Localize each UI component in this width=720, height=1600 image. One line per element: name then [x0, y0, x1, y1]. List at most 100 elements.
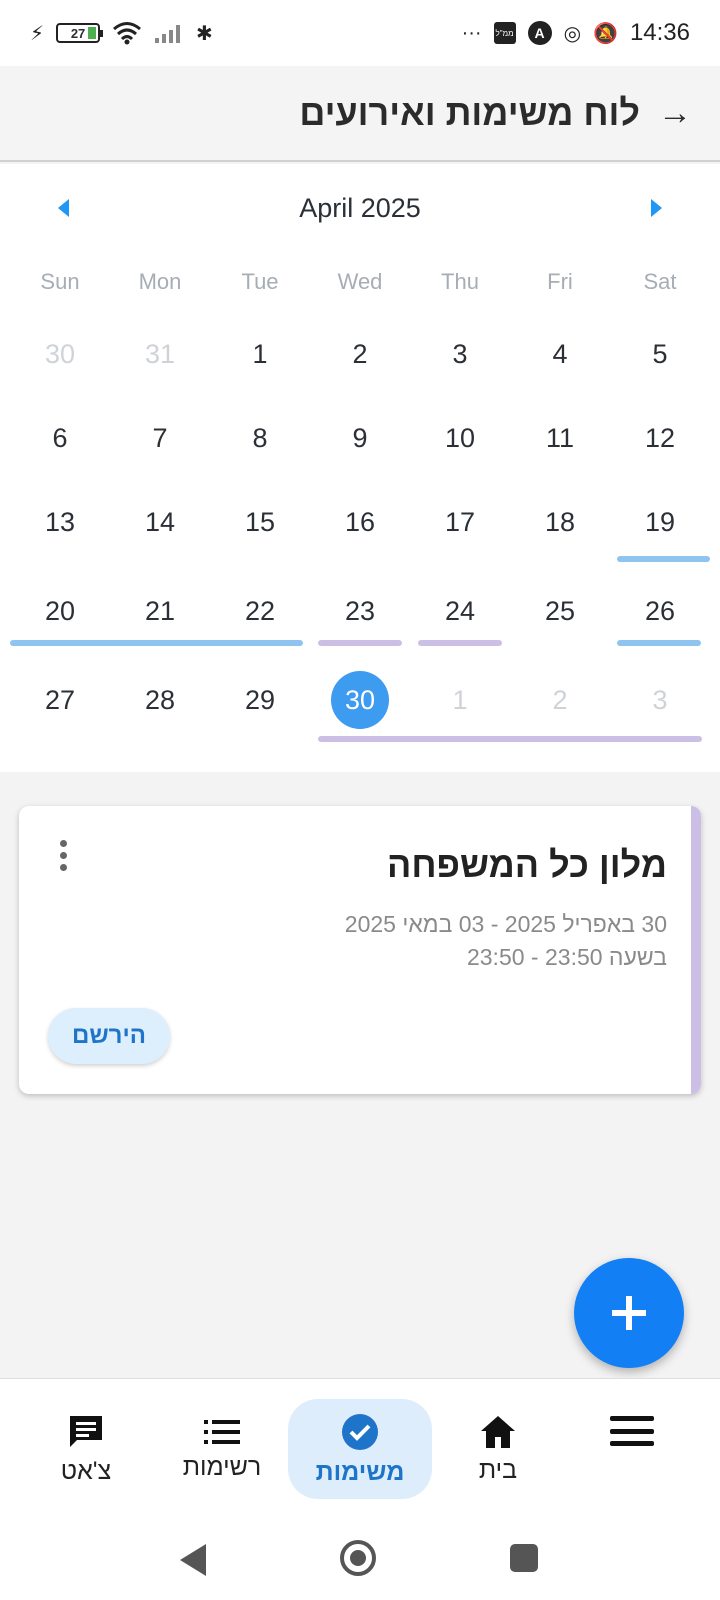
calendar-day[interactable]: 3	[610, 685, 710, 716]
event-color-accent	[691, 806, 701, 1094]
weekday-label: Sun	[40, 269, 80, 294]
nav-item-home[interactable]: בית	[426, 1399, 570, 1499]
previous-month-icon[interactable]	[58, 199, 69, 217]
calendar-day[interactable]: 25	[510, 596, 610, 627]
calendar-day[interactable]: 1	[210, 339, 310, 370]
event-indicator	[318, 736, 702, 742]
app-circle-icon: A	[527, 21, 552, 45]
status-bar: ⚡ 27 ✱ ··· ממ"ל A ◎ 🔕 14:36	[0, 0, 720, 66]
add-fab-button[interactable]	[574, 1258, 684, 1368]
event-indicator	[10, 640, 303, 646]
silent-icon: 🔕	[593, 22, 618, 45]
event-indicator	[418, 640, 502, 646]
app-bar: לוח משימות ואירועים →	[0, 66, 720, 162]
calendar-day[interactable]: 31	[110, 339, 210, 370]
home-icon	[481, 1415, 515, 1448]
calendar-day[interactable]: 28	[110, 685, 210, 716]
calendar-day[interactable]: 12	[610, 423, 710, 454]
week-row: 6 7 8 9 10 11 12	[0, 396, 720, 480]
whatsapp-icon: ◎	[563, 22, 582, 45]
chat-icon	[70, 1415, 102, 1447]
nav-label: משימות	[315, 1457, 405, 1486]
system-back-icon[interactable]	[180, 1544, 206, 1576]
calendar-day[interactable]: 15	[210, 507, 310, 538]
system-navigation	[0, 1516, 720, 1600]
battery-level: 27	[70, 25, 86, 41]
signal-icon	[155, 25, 181, 43]
event-dates: 30 באפריל 2025 - 03 במאי 2025 בשעה 23:50…	[345, 908, 667, 974]
calendar-day-selected[interactable]: 30	[310, 671, 410, 729]
calendar-day[interactable]: 22	[210, 596, 310, 627]
calendar-day[interactable]: 27	[10, 685, 110, 716]
calendar-day[interactable]: 23	[310, 596, 410, 627]
more-notifications-icon: ···	[461, 21, 482, 44]
event-date-range: 30 באפריל 2025 - 03 במאי 2025	[344, 911, 667, 937]
calendar-day[interactable]: 11	[510, 423, 610, 454]
calendar-day[interactable]: 5	[610, 339, 710, 370]
calendar-day[interactable]: 2	[310, 339, 410, 370]
back-arrow-icon[interactable]: →	[658, 94, 692, 133]
register-button[interactable]: הירשם	[48, 1008, 170, 1064]
week-row: 27 28 29 30 1 2 3	[0, 658, 720, 742]
wifi-icon	[113, 22, 142, 45]
calendar-day[interactable]: 24	[410, 596, 510, 627]
calendar-day[interactable]: 2	[510, 685, 610, 716]
calendar-day[interactable]: 30	[10, 339, 110, 370]
week-row: 13 14 15 16 17 18 19	[0, 480, 720, 564]
weekday-label: Sat	[643, 269, 677, 294]
event-indicator	[318, 640, 402, 646]
battery-icon: 27	[56, 23, 104, 43]
calendar-day[interactable]: 6	[10, 423, 110, 454]
app-notification-icon: ממ"ל	[493, 22, 516, 44]
clock: 14:36	[629, 19, 690, 46]
month-title: April 2025	[299, 192, 421, 223]
bottom-navigation: צ'אט רשימות משימות בית	[0, 1378, 720, 1516]
calendar-day[interactable]: 26	[610, 596, 710, 627]
calendar-day[interactable]: 3	[410, 339, 510, 370]
weekday-label: Mon	[138, 269, 182, 294]
calendar-day[interactable]: 20	[10, 596, 110, 627]
system-recents-icon[interactable]	[510, 1544, 538, 1572]
nav-item-lists[interactable]: רשימות	[150, 1399, 294, 1499]
calendar-day[interactable]: 10	[410, 423, 510, 454]
system-home-icon[interactable]	[340, 1540, 376, 1576]
calendar-day[interactable]: 18	[510, 507, 610, 538]
event-time-range: בשעה 23:50 - 23:50	[466, 944, 667, 970]
nav-label: רשימות	[182, 1452, 262, 1481]
calendar-header: April 2025	[0, 164, 720, 252]
week-row: 20 21 22 23 24 25 26	[0, 564, 720, 658]
calendar-day[interactable]: 7	[110, 423, 210, 454]
nav-item-chat[interactable]: צ'אט	[14, 1399, 158, 1499]
calendar-day[interactable]: 19	[610, 507, 710, 538]
event-indicator	[617, 640, 701, 646]
calendar-day[interactable]: 9	[310, 423, 410, 454]
plus-icon	[612, 1296, 646, 1330]
next-month-icon[interactable]	[651, 199, 662, 217]
more-vert-icon[interactable]	[55, 840, 71, 871]
calendar-day[interactable]: 21	[110, 596, 210, 627]
weekday-label: Thu	[441, 269, 479, 294]
calendar-day[interactable]: 4	[510, 339, 610, 370]
nav-label: צ'אט	[60, 1456, 112, 1485]
nav-label: בית	[478, 1455, 518, 1484]
event-title: מלון כל המשפחה	[387, 844, 667, 885]
event-card[interactable]: מלון כל המשפחה 30 באפריל 2025 - 03 במאי …	[19, 806, 701, 1094]
calendar-day[interactable]: 29	[210, 685, 310, 716]
weekday-label: Wed	[337, 269, 383, 294]
nav-item-tasks[interactable]: משימות	[288, 1399, 432, 1499]
hamburger-icon[interactable]	[610, 1416, 654, 1446]
calendar-day[interactable]: 14	[110, 507, 210, 538]
page-title: לוח משימות ואירועים	[299, 92, 640, 133]
event-indicator	[617, 556, 710, 562]
weekday-label: Fri	[547, 269, 573, 294]
weekday-label: Tue	[241, 269, 279, 294]
calendar-day[interactable]: 8	[210, 423, 310, 454]
selected-day-number: 30	[331, 671, 389, 729]
week-row: 30 31 1 2 3 4 5	[0, 312, 720, 396]
weekday-row: Sun Mon Tue Wed Thu Fri Sat	[0, 252, 720, 312]
calendar-day[interactable]: 16	[310, 507, 410, 538]
charging-icon: ⚡	[30, 22, 45, 45]
calendar-day[interactable]: 13	[10, 507, 110, 538]
calendar-day[interactable]: 17	[410, 507, 510, 538]
calendar-day[interactable]: 1	[410, 685, 510, 716]
